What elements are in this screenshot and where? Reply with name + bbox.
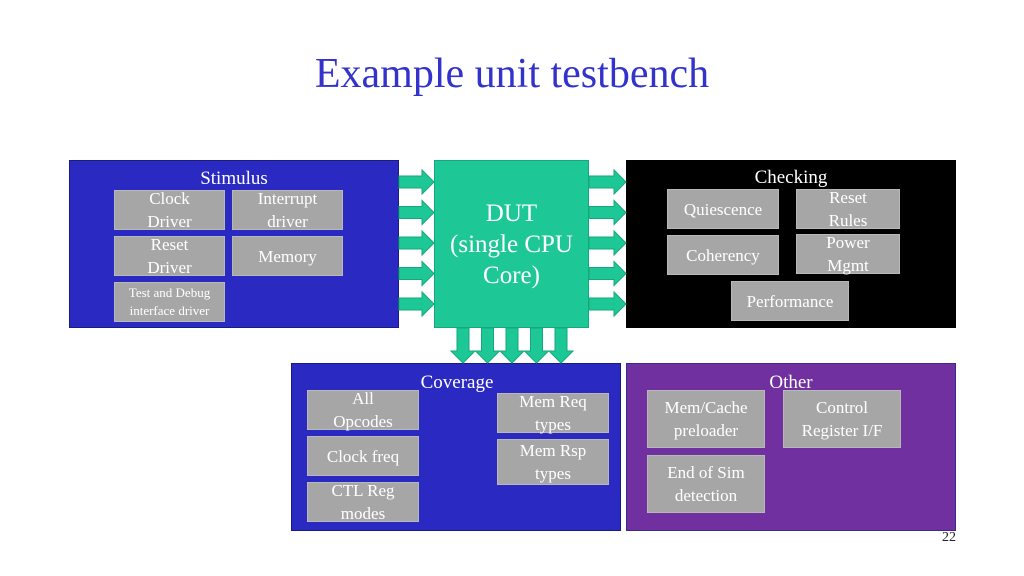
stimulus-to-dut-arrow xyxy=(398,199,435,226)
stimulus-to-dut-arrow xyxy=(398,229,435,257)
dut-to-checking-arrow xyxy=(588,229,627,257)
dut-to-checking-arrow xyxy=(588,168,627,196)
dut-to-checking-arrow xyxy=(588,260,627,287)
dut-to-coverage-arrow xyxy=(547,327,575,364)
dut-to-checking-arrow xyxy=(588,199,627,226)
stimulus-to-dut-arrow xyxy=(398,260,435,287)
stimulus-to-dut-arrow xyxy=(398,290,435,318)
dut-to-coverage-arrow xyxy=(474,327,501,364)
dut-to-coverage-arrow xyxy=(449,327,477,364)
page-number: 22 xyxy=(942,530,956,545)
stimulus-to-dut-arrow xyxy=(398,168,435,196)
arrows-layer xyxy=(398,168,627,364)
dut-to-coverage-arrow xyxy=(498,327,526,364)
dut-to-checking-arrow xyxy=(588,290,627,318)
dut-to-coverage-arrow xyxy=(523,327,550,364)
